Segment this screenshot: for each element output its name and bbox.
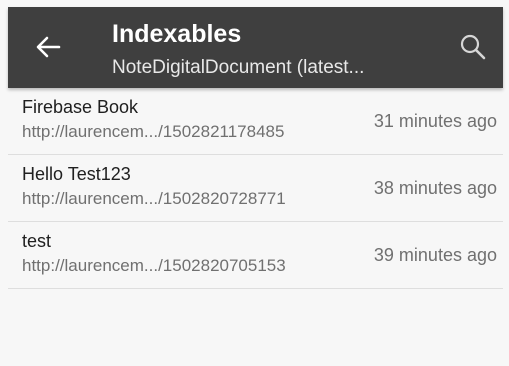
list-item[interactable]: test http://laurencem.../1502820705153 3… (8, 222, 503, 289)
item-time: 31 minutes ago (373, 111, 497, 131)
toolbar: Indexables NoteDigitalDocument (latest..… (8, 7, 503, 88)
indexables-list: Firebase Book http://laurencem.../150282… (8, 88, 503, 289)
item-time: 38 minutes ago (373, 178, 497, 198)
item-title: Firebase Book (22, 97, 139, 117)
item-title: Hello Test123 (22, 164, 131, 184)
search-button[interactable] (451, 27, 495, 71)
arrow-back-icon (35, 36, 61, 63)
toolbar-title-block: Indexables NoteDigitalDocument (latest..… (112, 19, 442, 81)
app-screen: Indexables NoteDigitalDocument (latest..… (0, 0, 509, 366)
item-url: http://laurencem.../1502820728771 (22, 189, 286, 208)
item-time: 39 minutes ago (373, 245, 497, 265)
list-item[interactable]: Hello Test123 http://laurencem.../150282… (8, 155, 503, 222)
page-title: Indexables (112, 20, 242, 48)
item-title: test (22, 231, 52, 251)
search-icon (459, 33, 487, 66)
back-button[interactable] (26, 29, 70, 69)
item-url: http://laurencem.../1502821178485 (22, 122, 285, 141)
item-url: http://laurencem.../1502820705153 (22, 256, 286, 275)
list-item[interactable]: Firebase Book http://laurencem.../150282… (8, 88, 503, 155)
page-subtitle: NoteDigitalDocument (latest... (112, 57, 365, 78)
